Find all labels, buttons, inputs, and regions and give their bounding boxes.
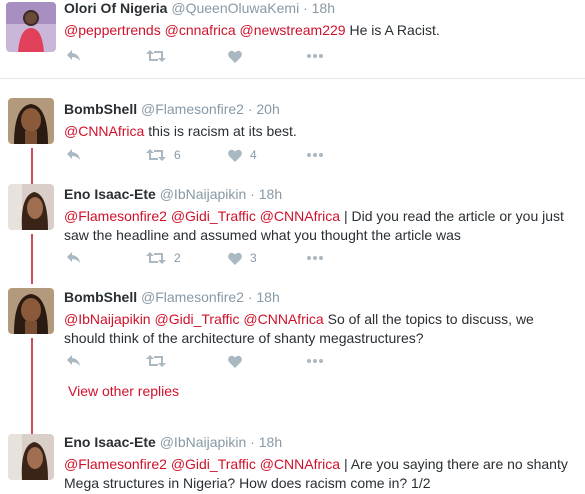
username[interactable]: @Flamesonfire2 [141, 101, 244, 117]
retweet-button[interactable] [146, 47, 174, 65]
separator: · [303, 0, 308, 16]
tweet-content: BombShell @Flamesonfire2 · 20h @CNNAfric… [64, 100, 577, 141]
retweet-button[interactable] [146, 352, 174, 370]
tweet-header: Eno Isaac-Ete @IbNaijapikin · 18h [64, 433, 577, 451]
separator: · [247, 101, 253, 117]
tweet[interactable]: Eno Isaac-Ete @IbNaijapikin · 18h @Flame… [0, 182, 585, 274]
tweet-content: Eno Isaac-Ete @IbNaijapikin · 18h @Flame… [64, 433, 577, 493]
like-count: 3 [250, 251, 257, 265]
mention-link[interactable]: @Gidi_Traffic [171, 208, 256, 224]
mention-link[interactable]: @Gidi_Traffic [171, 456, 256, 472]
username[interactable]: @QueenOluwaKemi [171, 0, 299, 16]
like-icon [228, 50, 242, 63]
more-button[interactable] [306, 249, 324, 267]
retweet-count: 2 [174, 251, 181, 265]
tweet-text: @IbNaijapikin @Gidi_Traffic @CNNAfrica S… [64, 310, 577, 348]
like-button[interactable]: 3 [228, 249, 257, 267]
mention-link[interactable]: @IbNaijapikin [64, 311, 151, 327]
fullname[interactable]: Eno Isaac-Ete [64, 186, 156, 202]
timestamp[interactable]: 18h [259, 186, 282, 202]
fullname[interactable]: BombShell [64, 289, 137, 305]
divider [0, 78, 585, 79]
retweet-button[interactable]: 2 [146, 249, 181, 267]
tweet-text: @CNNAfrica this is racism at its best. [64, 122, 577, 141]
reply-icon [67, 50, 80, 61]
timestamp[interactable]: 18h [256, 289, 279, 305]
tweet[interactable]: Olori Of Nigeria @QueenOluwaKemi · 18h @… [0, 0, 585, 78]
retweet-count: 6 [174, 148, 181, 162]
tweet[interactable]: Eno Isaac-Ete @IbNaijapikin · 18h @Flame… [0, 432, 585, 494]
view-other-replies-link[interactable]: View other replies [68, 383, 179, 399]
mention-link[interactable]: @newstream229 [240, 22, 346, 38]
reply-button[interactable] [66, 352, 82, 370]
reply-button[interactable] [66, 249, 82, 267]
retweet-icon [146, 149, 166, 161]
tweet-content: Eno Isaac-Ete @IbNaijapikin · 18h @Flame… [64, 185, 577, 245]
username[interactable]: @IbNaijapikin [160, 434, 247, 450]
tweet[interactable]: BombShell @Flamesonfire2 · 20h @CNNAfric… [0, 96, 585, 176]
tweet-header: Eno Isaac-Ete @IbNaijapikin · 18h [64, 185, 577, 203]
more-button[interactable] [306, 146, 324, 164]
mention-link[interactable]: @cnnafrica [165, 22, 236, 38]
timestamp[interactable]: 18h [259, 434, 282, 450]
separator: · [250, 434, 255, 450]
separator: · [250, 186, 255, 202]
mention-link[interactable]: @CNNAfrica [260, 456, 340, 472]
avatar[interactable] [8, 434, 54, 480]
like-button[interactable] [228, 47, 250, 65]
mention-link[interactable]: @CNNAfrica [260, 208, 340, 224]
mention-link[interactable]: @Flamesonfire2 [64, 456, 167, 472]
mention-link[interactable]: @peppertrends [64, 22, 161, 38]
reply-button[interactable] [66, 47, 82, 65]
fullname[interactable]: Olori Of Nigeria [64, 0, 167, 16]
more-icon [307, 256, 323, 260]
like-icon [228, 149, 242, 162]
timestamp[interactable]: 20h [256, 101, 279, 117]
more-button[interactable] [306, 352, 324, 370]
avatar[interactable] [6, 2, 56, 52]
tweet-header: Olori Of Nigeria @QueenOluwaKemi · 18h [64, 0, 577, 17]
retweet-icon [146, 50, 166, 62]
reply-button[interactable] [66, 146, 82, 164]
tweet-content: BombShell @Flamesonfire2 · 18h @IbNaijap… [64, 288, 577, 348]
avatar[interactable] [8, 184, 54, 230]
retweet-button[interactable]: 6 [146, 146, 181, 164]
more-icon [307, 359, 323, 363]
tweet-header: BombShell @Flamesonfire2 · 18h [64, 288, 577, 306]
retweet-icon [146, 252, 166, 264]
mention-link[interactable]: @Flamesonfire2 [64, 208, 167, 224]
like-icon [228, 355, 242, 368]
separator: · [247, 289, 253, 305]
fullname[interactable]: BombShell [64, 101, 137, 117]
username[interactable]: @Flamesonfire2 [141, 289, 244, 305]
tweet-text: @Flamesonfire2 @Gidi_Traffic @CNNAfrica … [64, 455, 577, 493]
tweet-text: @Flamesonfire2 @Gidi_Traffic @CNNAfrica … [64, 207, 577, 245]
mention-link[interactable]: @CNNAfrica [64, 123, 144, 139]
tweet-text-segment: He is A Racist. [345, 22, 440, 38]
reply-icon [67, 355, 80, 366]
mention-link[interactable]: @Gidi_Traffic [154, 311, 239, 327]
like-icon [228, 252, 242, 265]
tweet[interactable]: BombShell @Flamesonfire2 · 18h @IbNaijap… [0, 286, 585, 376]
reply-icon [67, 252, 80, 263]
timestamp[interactable]: 18h [312, 0, 335, 16]
tweet-text: @peppertrends @cnnafrica @newstream229 H… [64, 21, 577, 40]
tweet-text-segment: this is racism at its best. [144, 123, 297, 139]
more-button[interactable] [306, 47, 324, 65]
like-count: 4 [250, 148, 257, 162]
like-button[interactable] [228, 352, 250, 370]
fullname[interactable]: Eno Isaac-Ete [64, 434, 156, 450]
more-icon [307, 153, 323, 157]
tweet-content: Olori Of Nigeria @QueenOluwaKemi · 18h @… [64, 0, 577, 40]
retweet-icon [146, 355, 166, 367]
mention-link[interactable]: @CNNAfrica [243, 311, 323, 327]
avatar[interactable] [8, 98, 54, 144]
tweet-header: BombShell @Flamesonfire2 · 20h [64, 100, 577, 118]
username[interactable]: @IbNaijapikin [160, 186, 247, 202]
more-icon [307, 54, 323, 58]
reply-icon [67, 149, 80, 160]
avatar[interactable] [8, 288, 54, 334]
like-button[interactable]: 4 [228, 146, 257, 164]
